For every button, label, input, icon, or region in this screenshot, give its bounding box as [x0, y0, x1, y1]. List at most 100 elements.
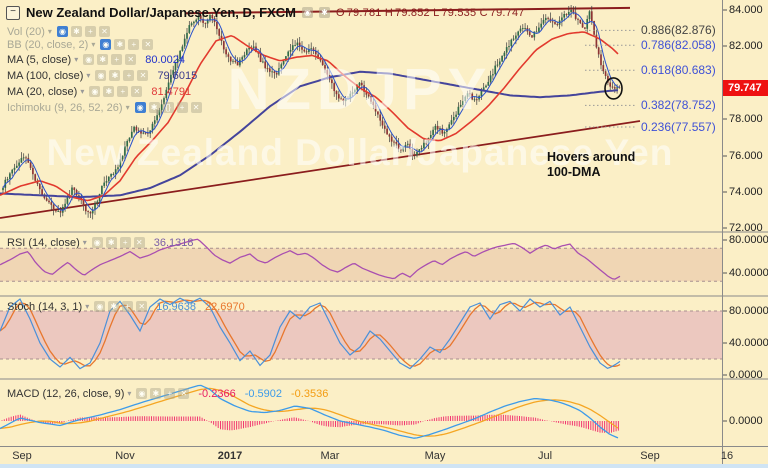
ma5-close-button[interactable]: ✕	[125, 54, 137, 65]
indicator-label-ma5[interactable]: MA (5, close)	[7, 54, 71, 66]
time-axis-label: 16	[720, 450, 734, 462]
stoch-gear-button[interactable]: ✱	[108, 301, 120, 312]
chart-window: NZDJPY New Zealand Dollar/Japanese Yen −…	[0, 0, 768, 468]
price-axis-label: 84.000	[729, 4, 763, 16]
time-axis-label: May	[424, 450, 446, 462]
ma20-close-button[interactable]: ✕	[131, 86, 143, 97]
price-axis-label: 0.0000	[729, 415, 763, 427]
indicator-label-ma100[interactable]: MA (100, close)	[7, 70, 83, 82]
indicator-label-rsi[interactable]: RSI (14, close)	[7, 237, 80, 249]
fib-label: 0.786(82.058)	[641, 38, 716, 53]
stoch-plus-button[interactable]: +	[122, 301, 134, 312]
ichimoku-gear-button[interactable]: ✱	[148, 102, 160, 113]
indicator-row-ma100: MA (100, close) ▾ ◉ ✱ + ✕ 79.6015	[7, 69, 197, 82]
macd-value: -0.5902	[244, 387, 283, 400]
price-axis-label: 78.000	[729, 113, 763, 125]
ichimoku-close-button[interactable]: ✕	[190, 102, 202, 113]
price-axis-label: 74.000	[729, 186, 763, 198]
chevron-down-icon[interactable]: ▾	[126, 103, 130, 112]
ichimoku-plus-button[interactable]: +	[176, 102, 188, 113]
bottom-edge-strip	[0, 464, 768, 468]
bb-eye-button[interactable]: ◉	[100, 39, 112, 50]
chevron-down-icon[interactable]: ▾	[83, 238, 87, 247]
ma100-eye-button[interactable]: ◉	[95, 70, 107, 81]
chevron-down-icon[interactable]: ▾	[74, 55, 78, 64]
chevron-down-icon[interactable]: ▾	[91, 40, 95, 49]
indicator-row-macd: MACD (12, 26, close, 9) ▾ ◉ ✱ + ✕ -0.2366 -0.59…	[7, 387, 328, 400]
macd-close-button[interactable]: ✕	[178, 388, 190, 399]
rsi-plus-button[interactable]: +	[119, 237, 131, 248]
time-axis-label: Sep	[640, 450, 660, 462]
indicator-label-ichimoku[interactable]: Ichimoku (9, 26, 52, 26)	[7, 102, 123, 114]
chevron-down-icon[interactable]: ▾	[80, 87, 84, 96]
ma5-value: 80.0024	[145, 53, 185, 66]
rsi-eye-button[interactable]: ◉	[91, 237, 103, 248]
vol-eye-button[interactable]: ◉	[56, 26, 68, 37]
ma5-gear-button[interactable]: ✱	[97, 54, 109, 65]
ma5-eye-button[interactable]: ◉	[83, 54, 95, 65]
chevron-down-icon[interactable]: ▾	[48, 27, 52, 36]
low-value: 79.535	[441, 6, 477, 19]
fib-label: 0.618(80.683)	[641, 63, 716, 78]
macd-gear-button[interactable]: ✱	[150, 388, 162, 399]
ma20-gear-button[interactable]: ✱	[103, 86, 115, 97]
indicator-label-stoch[interactable]: Stoch (14, 3, 1)	[7, 301, 82, 313]
ma20-plus-button[interactable]: +	[117, 86, 129, 97]
stoch-eye-button[interactable]: ◉	[94, 301, 106, 312]
indicator-row-vol: Vol (20) ▾ ◉ ✱ + ✕	[7, 25, 110, 38]
ohlc-readout: O 79.781 H 79.852 L 79.535 C 79.747	[335, 6, 525, 19]
macd-plus-button[interactable]: +	[164, 388, 176, 399]
ma100-gear-button[interactable]: ✱	[109, 70, 121, 81]
price-axis-label: 82.000	[729, 40, 763, 52]
price-axis-label: 40.0000	[729, 267, 768, 279]
indicator-row-ichimoku: Ichimoku (9, 26, 52, 26) ▾ ◉ ✱{} + ✕	[7, 101, 202, 114]
vol-plus-button[interactable]: +	[84, 26, 96, 37]
time-axis-label: Nov	[115, 450, 135, 462]
rsi-close-button[interactable]: ✕	[133, 237, 145, 248]
fib-label: 0.382(78.752)	[641, 98, 716, 113]
indicator-row-rsi: RSI (14, close) ▾ ◉ ✱ + ✕ 36.1318	[7, 236, 194, 249]
rsi-gear-button[interactable]: ✱	[105, 237, 117, 248]
stoch-value: 22.6970	[205, 300, 245, 313]
indicator-label-macd[interactable]: MACD (12, 26, close, 9)	[7, 388, 124, 400]
time-axis-label: Sep	[12, 450, 32, 462]
ma100-value: 79.6015	[157, 69, 198, 82]
series-eye-icon[interactable]: ◉	[301, 7, 313, 18]
bb-plus-button[interactable]: +	[128, 39, 140, 50]
symbol-title[interactable]: New Zealand Dollar/Japanese Yen, D, FXCM	[26, 5, 296, 20]
chevron-down-icon[interactable]: ▾	[86, 71, 90, 80]
vol-close-button[interactable]: ✕	[98, 26, 110, 37]
bb-close-button[interactable]: ✕	[142, 39, 154, 50]
indicator-row-ma5: MA (5, close) ▾ ◉ ✱ + ✕ 80.0024	[7, 53, 185, 66]
ichimoku-eye-button[interactable]: ◉	[134, 102, 146, 113]
close-value: 79.747	[489, 6, 525, 19]
chart-annotation: Hovers around 100-DMA	[547, 150, 636, 179]
ma20-eye-button[interactable]: ◉	[89, 86, 101, 97]
collapse-legend-icon[interactable]: −	[6, 5, 20, 20]
stoch-value: 16.9638	[156, 300, 196, 313]
price-axis[interactable]: 79.747 84.000 82.000 78.000 76.000 74.000 72.…	[722, 0, 768, 464]
macd-eye-button[interactable]: ◉	[136, 388, 148, 399]
indicator-row-stoch: Stoch (14, 3, 1) ▾ ◉ ✱ + ✕ 16.9638 22.6970	[7, 300, 245, 313]
macd-histogram	[1, 414, 619, 433]
price-axis-label: 80.0000	[729, 234, 768, 246]
ma100-close-button[interactable]: ✕	[137, 70, 149, 81]
indicator-label-bb[interactable]: BB (20, close, 2)	[7, 39, 88, 51]
ma5-plus-button[interactable]: +	[111, 54, 123, 65]
chevron-down-icon[interactable]: ▾	[85, 302, 89, 311]
ichimoku-braces-button[interactable]: {}	[162, 102, 174, 113]
symbol-header: − New Zealand Dollar/Japanese Yen, D, FX…	[6, 5, 525, 20]
rsi-value: 36.1318	[153, 236, 194, 249]
ma100-plus-button[interactable]: +	[123, 70, 135, 81]
bb-gear-button[interactable]: ✱	[114, 39, 126, 50]
chevron-down-icon[interactable]: ▾	[127, 389, 131, 398]
indicator-row-ma20: MA (20, close) ▾ ◉ ✱ + ✕ 81.4791	[7, 85, 191, 98]
series-settings-icon[interactable]: ✱	[318, 7, 330, 18]
time-axis-label: Jul	[537, 450, 553, 462]
vol-gear-button[interactable]: ✱	[70, 26, 82, 37]
indicator-label-ma20[interactable]: MA (20, close)	[7, 86, 77, 98]
time-axis[interactable]: Sep Nov 2017 Mar May Jul Sep 16	[0, 446, 768, 465]
stoch-close-button[interactable]: ✕	[136, 301, 148, 312]
support-trendline	[0, 120, 641, 219]
indicator-label-vol[interactable]: Vol (20)	[7, 26, 45, 38]
